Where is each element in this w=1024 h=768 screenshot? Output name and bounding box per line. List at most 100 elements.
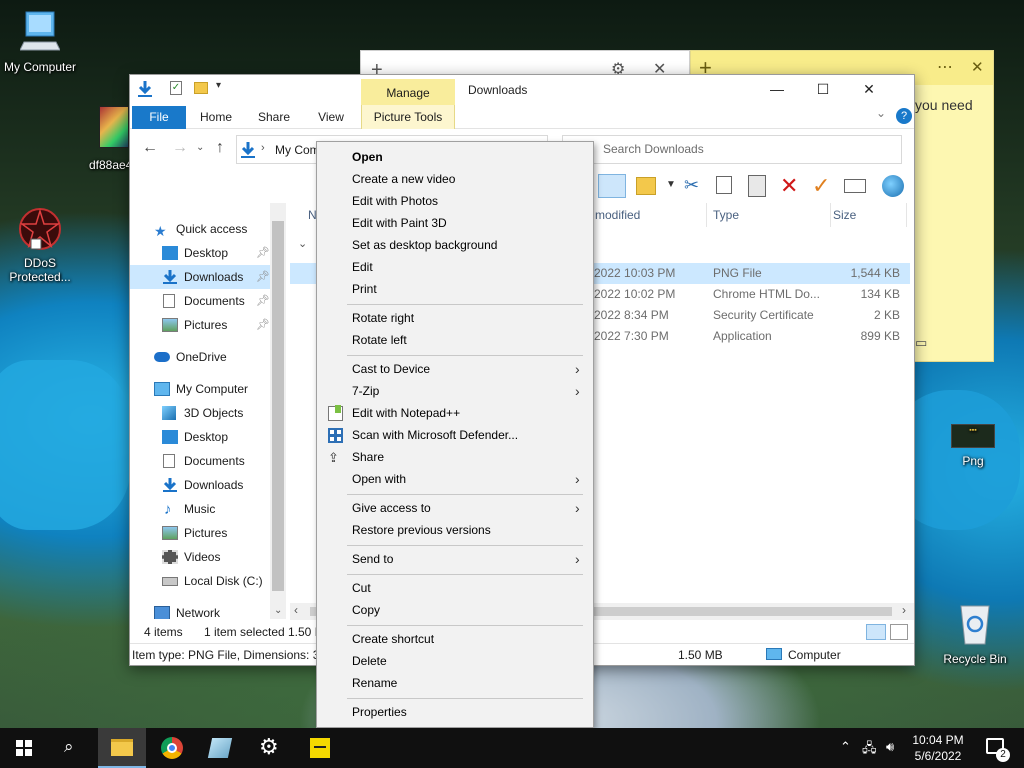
customize-qat-icon[interactable]: ▾ [216, 80, 221, 91]
nav-qa-documents[interactable]: Documents 📌︎ [130, 289, 270, 313]
cut-icon[interactable]: ✂ [684, 175, 699, 196]
menu-item-rename[interactable]: Rename [319, 672, 591, 694]
menu-item-defender-scan[interactable]: Scan with Microsoft Defender... [319, 424, 591, 446]
menu-item-edit-photos[interactable]: Edit with Photos [319, 190, 591, 212]
menu-item-7zip[interactable]: 7-Zip › [319, 380, 591, 402]
menu-item-copy[interactable]: Copy [319, 599, 591, 621]
menu-item-set-background[interactable]: Set as desktop background [319, 234, 591, 256]
menu-item-rotate-right[interactable]: Rotate right [319, 307, 591, 329]
menu-item-restore-versions[interactable]: Restore previous versions [319, 519, 591, 541]
nav-scrollbar-thumb[interactable] [272, 221, 284, 591]
nav-documents[interactable]: Documents [130, 449, 270, 473]
close-note-icon[interactable]: ✕ [971, 58, 984, 76]
globe-icon[interactable] [882, 175, 904, 197]
start-button[interactable] [0, 728, 48, 768]
nav-qa-desktop[interactable]: Desktop 📌︎ [130, 241, 270, 265]
menu-item-properties[interactable]: Properties [319, 701, 591, 723]
nav-quick-access[interactable]: ★ Quick access [130, 217, 270, 241]
nav-scroll-down-icon[interactable]: ⌄ [274, 605, 282, 616]
tab-home[interactable]: Home [194, 106, 238, 129]
search-input[interactable]: Search Downloads [562, 135, 902, 164]
column-size[interactable]: Size [833, 203, 907, 227]
rename-icon[interactable] [844, 179, 866, 193]
help-icon[interactable]: ? [896, 108, 912, 124]
menu-item-give-access[interactable]: Give access to › [319, 497, 591, 519]
menu-item-delete[interactable]: Delete [319, 650, 591, 672]
breadcrumb[interactable]: My Com [275, 143, 320, 157]
nav-network[interactable]: Network [130, 601, 270, 619]
details-view-icon[interactable] [866, 624, 886, 640]
nav-videos[interactable]: Videos [130, 545, 270, 569]
nav-local-disk[interactable]: Local Disk (C:) [130, 569, 270, 593]
tab-view[interactable]: View [310, 106, 352, 129]
menu-dots-icon[interactable]: ⋯ [937, 57, 953, 77]
pin-icon[interactable]: 📌︎ [256, 241, 270, 265]
menu-item-print[interactable]: Print [319, 278, 591, 300]
taskbar-chrome[interactable] [148, 728, 196, 768]
paste-icon[interactable] [748, 175, 766, 197]
nav-pictures[interactable]: Pictures [130, 521, 270, 545]
nav-onedrive[interactable]: OneDrive [130, 345, 270, 369]
menu-item-rotate-left[interactable]: Rotate left [319, 329, 591, 351]
preview-pane-icon[interactable] [598, 174, 626, 198]
folder-menu-icon[interactable] [636, 177, 656, 195]
forward-icon[interactable]: → [172, 139, 188, 157]
search-button[interactable]: ⌕ [48, 728, 96, 768]
menu-item-cut[interactable]: Cut [319, 577, 591, 599]
menu-item-create-shortcut[interactable]: Create shortcut [319, 628, 591, 650]
up-icon[interactable]: ↑ [216, 139, 224, 157]
nav-downloads[interactable]: Downloads [130, 473, 270, 497]
menu-item-open-with[interactable]: Open with › [319, 468, 591, 490]
menu-item-open[interactable]: Open [319, 146, 591, 168]
menu-item-share[interactable]: ⇪ Share [319, 446, 591, 468]
volume-icon[interactable]: 🔊︎ [886, 739, 894, 755]
maximize-button[interactable]: ☐ [800, 75, 846, 103]
group-collapse-icon[interactable]: ⌄ [298, 237, 307, 250]
nav-qa-downloads[interactable]: Downloads 📌︎ [130, 265, 270, 289]
tab-manage[interactable]: Manage [361, 79, 455, 105]
sticky-note-text[interactable]: you need [915, 97, 973, 113]
scroll-right-icon[interactable]: › [902, 603, 906, 617]
desktop-icon-my-computer[interactable]: My Computer [0, 10, 80, 74]
nav-qa-pictures[interactable]: Pictures 📌︎ [130, 313, 270, 337]
menu-item-cast-to-device[interactable]: Cast to Device › [319, 358, 591, 380]
delete-icon[interactable]: ✕ [780, 173, 798, 199]
nav-my-computer[interactable]: My Computer [130, 377, 270, 401]
dropdown-icon[interactable]: ▼ [666, 179, 676, 190]
column-type[interactable]: Type [713, 203, 831, 227]
image-icon[interactable]: ▭ [915, 335, 927, 351]
desktop-icon-recycle-bin[interactable]: Recycle Bin [935, 602, 1015, 666]
new-folder-icon[interactable] [194, 82, 208, 94]
minimize-button[interactable]: — [754, 75, 800, 103]
menu-item-edit[interactable]: Edit [319, 256, 591, 278]
menu-item-create-video[interactable]: Create a new video [319, 168, 591, 190]
pin-icon[interactable]: 📌︎ [256, 289, 270, 313]
recent-locations-icon[interactable]: ⌄ [196, 142, 204, 153]
checkmark-icon[interactable]: ✓ [812, 173, 830, 199]
copy-icon[interactable] [716, 176, 732, 194]
tab-share[interactable]: Share [252, 106, 296, 129]
network-tray-icon[interactable]: 🖧︎ [862, 739, 877, 761]
pin-icon[interactable]: 📌︎ [256, 265, 270, 289]
tab-picture-tools[interactable]: Picture Tools [361, 105, 455, 129]
action-center-button[interactable]: 2 [976, 728, 1024, 768]
nav-3d-objects[interactable]: 3D Objects [130, 401, 270, 425]
nav-music[interactable]: ♪ Music [130, 497, 270, 521]
menu-item-edit-paint3d[interactable]: Edit with Paint 3D [319, 212, 591, 234]
taskbar-file-explorer[interactable] [98, 728, 146, 768]
menu-item-send-to[interactable]: Send to › [319, 548, 591, 570]
pin-icon[interactable]: 📌︎ [256, 313, 270, 337]
taskbar-settings[interactable]: ⚙ [246, 728, 294, 768]
taskbar-sticky-notes[interactable] [296, 728, 344, 768]
large-icons-view-icon[interactable] [890, 624, 908, 640]
system-clock[interactable]: 10:04 PM 5/6/2022 [902, 732, 974, 764]
back-icon[interactable]: ← [142, 139, 158, 157]
taskbar-notepad-app[interactable] [196, 728, 244, 768]
desktop-icon-ddos-protected[interactable]: DDoS Protected... [0, 206, 80, 284]
scroll-left-icon[interactable]: ‹ [294, 603, 298, 617]
expand-ribbon-icon[interactable]: ⌄ [876, 106, 886, 120]
tab-file[interactable]: File [132, 106, 186, 129]
menu-item-edit-notepad[interactable]: Edit with Notepad++ [319, 402, 591, 424]
close-button[interactable]: ✕ [846, 75, 892, 103]
desktop-icon-png[interactable]: ▪▪▪ Png [933, 424, 1013, 468]
